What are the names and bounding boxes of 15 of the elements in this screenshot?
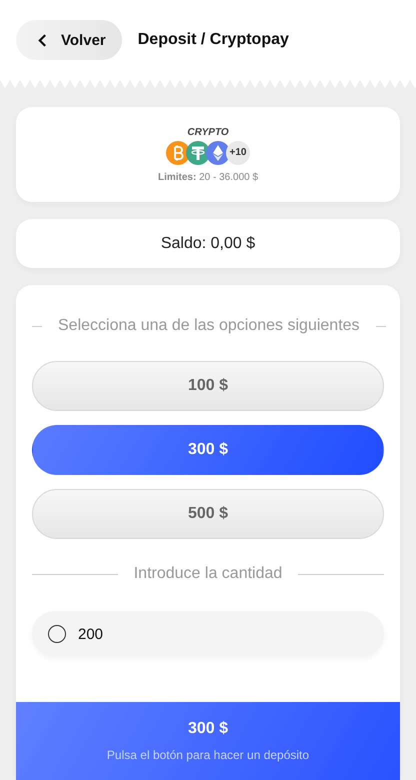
balance-text: Saldo: 0,00 $ (160, 234, 256, 252)
page-title: Deposit / Cryptopay (138, 31, 289, 49)
deposit-button[interactable]: 300 $ Pulsa el botón para hacer un depósito (16, 702, 400, 780)
amount-option[interactable]: 300 $ (32, 425, 384, 475)
method-name: CRYPTO (187, 126, 229, 138)
chevron-left-icon (38, 34, 47, 46)
limits-text: Limites: 20 - 36.000 $ (158, 172, 258, 182)
amount-option[interactable]: 500 $ (32, 489, 384, 539)
section-heading: Introduce la cantidad (134, 565, 282, 583)
back-button[interactable]: Volver (16, 20, 122, 60)
radio-button[interactable] (48, 625, 66, 643)
section-heading: Selecciona una de las opciones siguientes (58, 317, 360, 335)
more-count-badge: +10 (226, 140, 250, 164)
ethereum-icon (206, 140, 230, 164)
amount-option[interactable]: 100 $ (32, 361, 384, 411)
